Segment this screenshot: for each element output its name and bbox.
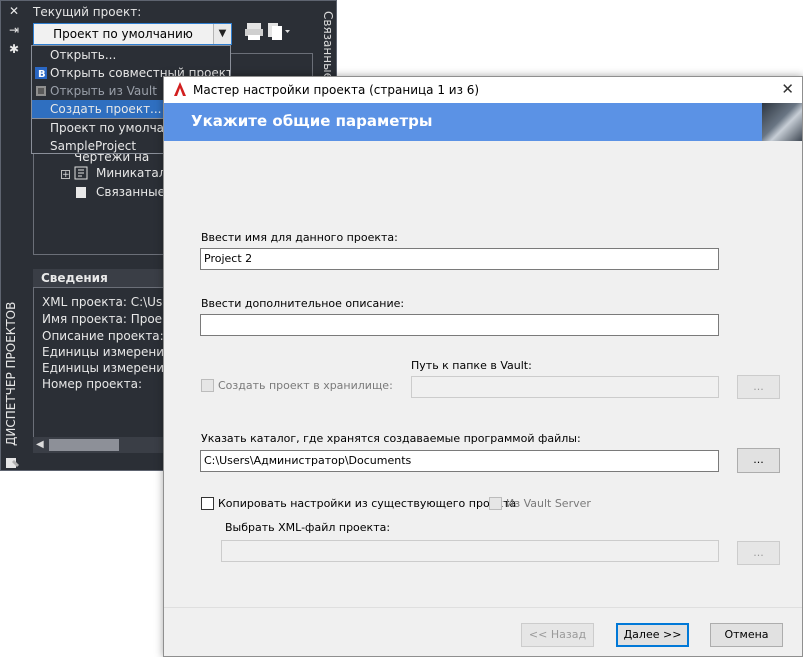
- details-line: Единицы измерения г: [42, 345, 182, 359]
- close-icon[interactable]: ✕: [7, 5, 21, 17]
- expand-icon[interactable]: +: [61, 170, 70, 180]
- current-project-combo[interactable]: Проект по умолчанию ▼: [33, 23, 232, 45]
- dialog-footer: << Назад Далее >> Отмена: [164, 607, 802, 656]
- project-setup-wizard: Мастер настройки проекта (страница 1 из …: [163, 76, 803, 657]
- project-name-field[interactable]: Project 2: [200, 248, 719, 270]
- create-in-vault-checkbox[interactable]: [201, 379, 214, 392]
- current-project-label: Текущий проект:: [33, 5, 142, 19]
- scroll-thumb[interactable]: [49, 439, 119, 451]
- cancel-button[interactable]: Отмена: [710, 623, 783, 647]
- xml-file-field: [221, 540, 719, 562]
- scroll-left-icon[interactable]: ◀: [36, 437, 44, 453]
- details-line: XML проекта: C:\Users: [42, 295, 181, 309]
- description-label: Ввести дополнительное описание:: [201, 297, 405, 310]
- folder-browse-button[interactable]: ...: [737, 448, 780, 473]
- vault-path-field: [411, 376, 719, 398]
- folder-label: Указать каталог, где хранятся создаваемы…: [201, 432, 581, 445]
- header-image: [762, 103, 802, 141]
- details-line: Имя проекта: Проект: [42, 312, 177, 326]
- vault-browse-button: ...: [737, 375, 780, 399]
- create-in-vault-label: Создать проект в хранилище:: [218, 379, 393, 392]
- details-line: Единицы измерения г: [42, 361, 182, 375]
- details-line: Описание проекта:: [42, 329, 164, 343]
- plot-icon[interactable]: [242, 21, 268, 45]
- vault-server-checkbox: [489, 497, 502, 510]
- xml-browse-button: ...: [737, 541, 780, 565]
- vault-path-label: Путь к папке в Vault:: [411, 359, 532, 372]
- copy-settings-label: Копировать настройки из существующего пр…: [218, 497, 517, 510]
- catalog-icon: [74, 166, 88, 180]
- linked-files-icon: [74, 185, 88, 199]
- wizard-header-title: Укажите общие параметры: [191, 112, 433, 130]
- xml-file-label: Выбрать XML-файл проекта:: [225, 521, 391, 534]
- palette-title: ДИСПЕТЧЕР ПРОЕКТОВ: [4, 302, 18, 446]
- autocad-logo-icon: [174, 82, 186, 96]
- current-project-value: Проект по умолчанию: [53, 27, 193, 41]
- publish-icon[interactable]: [266, 21, 292, 45]
- dialog-title: Мастер настройки проекта (страница 1 из …: [193, 83, 480, 97]
- folder-path-field[interactable]: C:\Users\Администратор\Documents: [200, 450, 719, 472]
- menu-item-open[interactable]: Открыть...: [32, 46, 230, 64]
- vault-server-label: Из Vault Server: [506, 497, 591, 510]
- vault-b-icon: B: [35, 67, 47, 79]
- palette-menu-icon[interactable]: [5, 456, 21, 470]
- wizard-header: Укажите общие параметры: [164, 103, 802, 141]
- vault-icon: [36, 86, 46, 96]
- chevron-down-icon[interactable]: ▼: [213, 24, 231, 44]
- details-line: Номер проекта:: [42, 377, 143, 391]
- project-name-label: Ввести имя для данного проекта:: [201, 231, 398, 244]
- autohide-icon[interactable]: ⇥: [7, 24, 21, 36]
- back-button: << Назад: [521, 623, 594, 647]
- close-icon[interactable]: ✕: [781, 80, 794, 98]
- copy-settings-checkbox[interactable]: [201, 497, 214, 510]
- properties-gear-icon[interactable]: ✱: [7, 43, 21, 55]
- next-button[interactable]: Далее >>: [616, 623, 689, 647]
- dialog-titlebar[interactable]: Мастер настройки проекта (страница 1 из …: [164, 77, 802, 103]
- description-field[interactable]: [200, 314, 719, 336]
- svg-text:B: B: [38, 69, 46, 79]
